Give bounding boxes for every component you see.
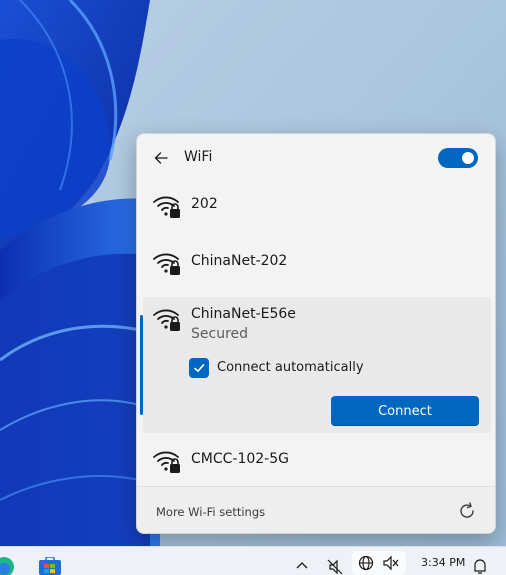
toggle-knob <box>462 152 474 164</box>
wifi-secured-icon <box>153 309 180 331</box>
back-button[interactable] <box>149 146 173 170</box>
network-item-cmcc-102-5g[interactable]: CMCC-102-5G <box>143 435 491 485</box>
network-item-chinanet-e56e[interactable]: ChinaNet-E56e Secured Connect automatica… <box>143 297 491 433</box>
connect-automatically-checkbox[interactable] <box>189 358 209 378</box>
wifi-secured-icon <box>153 451 180 473</box>
wifi-secured-icon <box>153 196 180 218</box>
clock-time[interactable]: 3:34 PM <box>421 556 465 569</box>
tray-quick-settings[interactable] <box>352 551 406 575</box>
network-name: ChinaNet-202 <box>191 253 288 269</box>
network-item-chinanet-202[interactable]: ChinaNet-202 <box>143 237 491 287</box>
store-icon[interactable] <box>38 557 62 575</box>
taskbar: 3:34 PM <box>0 546 506 575</box>
connect-automatically-label[interactable]: Connect automatically <box>217 360 364 375</box>
wifi-flyout: WiFi 202 ChinaNet-202 ChinaNet-E56e Secu… <box>136 133 496 534</box>
wifi-footer: More Wi-Fi settings <box>137 486 495 533</box>
network-name: CMCC-102-5G <box>191 451 289 467</box>
wifi-title: WiFi <box>184 149 213 165</box>
checkmark-icon <box>194 364 205 372</box>
selected-network-accent <box>140 315 143 415</box>
connect-button[interactable]: Connect <box>331 396 479 426</box>
arrow-left-icon <box>154 152 168 164</box>
wifi-header: WiFi <box>137 134 495 182</box>
network-status: Secured <box>191 326 249 342</box>
chevron-up-icon[interactable] <box>296 561 308 569</box>
notification-icon[interactable] <box>472 559 488 575</box>
more-wifi-settings-link[interactable]: More Wi-Fi settings <box>156 505 265 519</box>
volume-icon <box>383 555 399 571</box>
network-item-202[interactable]: 202 <box>143 180 491 230</box>
mute-icon[interactable] <box>327 559 343 575</box>
network-name: 202 <box>191 196 218 212</box>
edge-icon[interactable] <box>0 555 18 575</box>
network-name: ChinaNet-E56e <box>191 306 296 322</box>
wifi-toggle[interactable] <box>438 148 478 168</box>
globe-icon <box>358 555 374 571</box>
wifi-secured-icon <box>153 253 180 275</box>
refresh-icon[interactable] <box>457 501 477 521</box>
